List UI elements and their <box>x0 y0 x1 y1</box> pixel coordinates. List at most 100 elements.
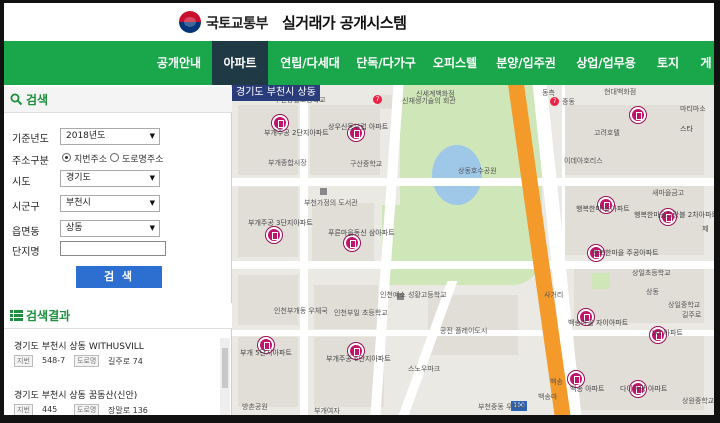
map-label: 인천부개동 우체국 <box>274 307 328 315</box>
results-title: 검색결과 <box>26 309 71 323</box>
sido-select[interactable]: 경기도 ▼ <box>60 170 160 187</box>
sigungu-select[interactable]: 부천시 ▼ <box>60 195 160 212</box>
map-label: 사거리 <box>544 291 564 299</box>
complex-name-input[interactable] <box>60 241 166 256</box>
chevron-down-icon: ▼ <box>149 224 155 232</box>
result-item[interactable]: 경기도 부천시 상동 꿈동산(신안) 지번 445 도로명 장말로 136 <box>14 388 214 415</box>
region-label: 경기도 부천시 상동 <box>232 85 320 101</box>
map-label: 상동 <box>646 288 659 296</box>
map-view[interactable]: 7 7 100 부천상일초등학교 신세계백화점 신재생기술의 회관 동측 현대백… <box>232 85 714 415</box>
site-header: 국토교통부 실거래가 공개시스템 <box>4 3 714 41</box>
jibun-value: 548-7 <box>42 356 66 365</box>
apartment-pin-icon[interactable] <box>344 235 360 251</box>
map-label: 현대백화점 <box>604 88 637 96</box>
jibun-tag: 지번 <box>14 355 33 367</box>
apartment-label: 행복한마을 주공아파트 <box>592 249 659 257</box>
building-icon <box>320 188 327 195</box>
system-title[interactable]: 실거래가 공개시스템 <box>282 12 407 33</box>
chevron-down-icon: ▼ <box>149 132 155 140</box>
apartment-label: 상우신동부럽 아파트 <box>328 123 389 131</box>
nav-item-land[interactable]: 토지 <box>648 41 688 85</box>
map-label: 스노우파크 <box>408 365 441 373</box>
subway-icon: 7 <box>550 97 559 106</box>
apartment-label: 행복한마 을아파트 <box>576 205 630 213</box>
search-sidebar: 검색 기준년도 2018년도 ▼ 주소구분 지번주소 도로명주소 시도 경기도 ▼ … <box>4 85 232 415</box>
apartment-pin-icon[interactable] <box>630 107 646 123</box>
search-button[interactable]: 검 색 <box>76 266 162 288</box>
map-label: 부천가정의 도서관 <box>304 199 358 207</box>
map-label: 방촌공원 <box>242 403 268 411</box>
map-label: 공진 플레이도시 <box>440 327 488 335</box>
apartment-label: LG 아파트 <box>652 329 683 337</box>
nav-item-officetel[interactable]: 오피스텔 <box>424 41 486 85</box>
map-label: 백송마 <box>538 393 558 401</box>
results-scrollbar[interactable] <box>220 338 230 415</box>
apartment-label: 부개 5단지아파트 <box>240 349 292 357</box>
nav-item-notice[interactable]: 공개안내 <box>144 41 214 85</box>
radio-jibun[interactable] <box>62 153 71 162</box>
addr-type-label: 주소구분 <box>12 156 49 167</box>
map-label: 부천중동 우체국 <box>478 403 526 411</box>
map-label: 길주로 <box>682 311 702 319</box>
apartment-label: 백송마을 자이아파트 <box>568 319 629 327</box>
map-label: 구산중학교 <box>350 160 383 168</box>
apartment-label: 백송 아파트 <box>570 385 605 393</box>
map-label: 새마을금고 <box>652 189 685 197</box>
year-select[interactable]: 2018년도 ▼ <box>60 128 160 145</box>
ministry-name: 국토교통부 <box>206 16 268 32</box>
browser-viewport: 국토교통부 실거래가 공개시스템 공개안내 아파트 연립/다세대 단독/다가구 … <box>4 3 714 415</box>
result-item[interactable]: 경기도 부천시 상동 WITHUSVILL 지번 548-7 도로명 길주로 7… <box>14 339 214 369</box>
search-title: 검색 <box>26 93 49 107</box>
lake <box>432 145 482 205</box>
road-tag: 도로명 <box>74 404 100 415</box>
chevron-down-icon: ▼ <box>149 199 155 207</box>
results-section-title: 검색결과 <box>4 303 232 329</box>
map-label: 고려호텔 <box>594 129 620 137</box>
road-value: 장말로 136 <box>108 406 148 415</box>
nav-item-commercial[interactable]: 상업/업무용 <box>566 41 646 85</box>
sido-label: 시도 <box>12 177 31 188</box>
nav-item-apartment[interactable]: 아파트 <box>212 41 268 85</box>
list-icon <box>10 310 23 321</box>
map-label: 이데아호리스 <box>564 157 603 165</box>
map-label: 마티마소 <box>680 105 706 113</box>
map-label: 상일초등학교 <box>632 269 671 277</box>
apartment-label: 푸른마을동신 삼아파트 <box>328 229 395 237</box>
complex-label: 단지명 <box>12 247 40 258</box>
subway-icon: 7 <box>373 95 382 104</box>
road-tag: 도로명 <box>74 355 100 367</box>
search-icon <box>10 93 23 106</box>
map-label: 인천예소 성황고등학교 <box>380 291 447 299</box>
apartment-label: 제 <box>702 225 709 233</box>
nav-item-presale[interactable]: 분양/입주권 <box>490 41 562 85</box>
nav-item-rowhouse[interactable]: 연립/다세대 <box>270 41 350 85</box>
map-label: 신재생기술의 회관 <box>402 97 456 105</box>
dong-label: 읍면동 <box>12 227 40 238</box>
result-name: 경기도 부천시 상동 꿈동산(신안) <box>14 391 138 401</box>
sigungu-label: 시군구 <box>12 202 40 213</box>
nav-item-bulletin[interactable]: 게 <box>696 41 714 85</box>
nav-item-detached[interactable]: 단독/다가구 <box>350 41 422 85</box>
result-name: 경기도 부천시 상동 WITHUSVILL <box>14 342 144 352</box>
chevron-down-icon: ▼ <box>149 174 155 182</box>
apartment-label: 부개주공 3단지아파트 <box>248 219 313 227</box>
search-section-title: 검색 <box>4 87 232 113</box>
map-label: 인천부일 초등학교 <box>334 309 388 317</box>
road-value: 길주로 74 <box>108 357 143 366</box>
jibun-value: 445 <box>42 405 58 414</box>
map-label: 부개여자 <box>314 407 340 415</box>
year-label: 기준년도 <box>12 134 49 145</box>
map-label: 상원중학교 <box>682 397 714 405</box>
dong-select[interactable]: 상동 ▼ <box>60 220 160 237</box>
jibun-tag: 지번 <box>14 404 33 415</box>
radio-road-label: 도로명주소 <box>122 155 164 165</box>
map-label: 중동 <box>562 98 575 106</box>
radio-jibun-label: 지번주소 <box>74 155 108 165</box>
apartment-label: 다이아망 아파트 <box>620 385 668 393</box>
radio-road[interactable] <box>110 153 119 162</box>
map-label: 백송 <box>550 378 563 386</box>
taegeuk-logo-icon[interactable] <box>179 11 201 33</box>
map-label: 부개종합시장 <box>268 159 307 167</box>
apartment-pin-icon[interactable] <box>266 227 282 243</box>
apartment-label: 스타 <box>680 125 693 133</box>
